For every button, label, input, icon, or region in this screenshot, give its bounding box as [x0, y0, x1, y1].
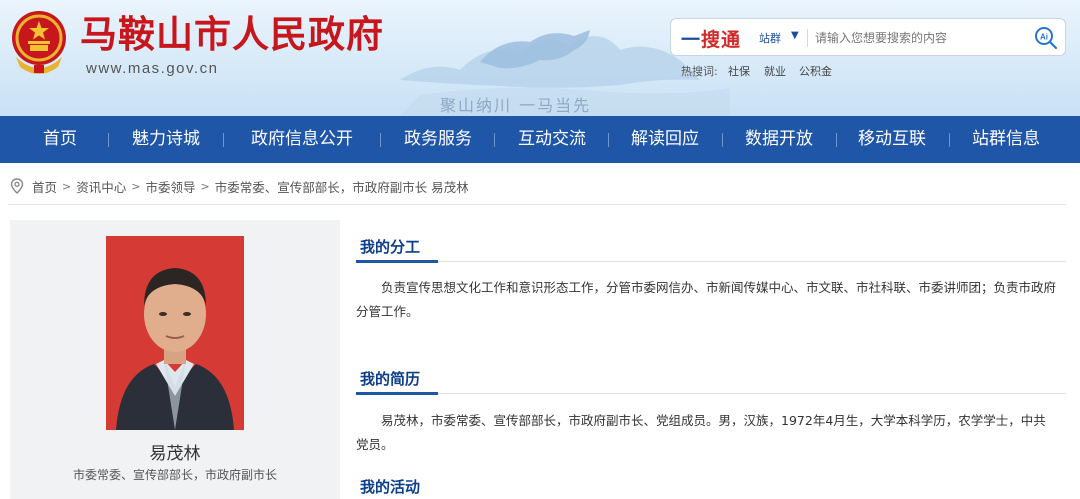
breadcrumb-link-home[interactable]: 首页 — [32, 177, 57, 196]
section-title: 我的分工 — [360, 238, 421, 256]
site-header: 马鞍山市人民政府 www.mas.gov.cn 聚山纳川 一马当先 一搜通 站群… — [0, 0, 1080, 116]
nav-item-site-group[interactable]: 站群信息 — [956, 116, 1056, 163]
breadcrumb-current: 市委常委、宣传部部长，市政府副市长 易茂林 — [214, 179, 469, 195]
nav-divider — [608, 133, 609, 147]
breadcrumb-link-news[interactable]: 资讯中心 — [76, 177, 126, 196]
section-title: 我的简历 — [360, 370, 421, 388]
search-scope-select[interactable]: 站群 — [759, 30, 781, 46]
hot-search-label: 热搜词: — [681, 65, 718, 78]
nav-item-home[interactable]: 首页 — [20, 116, 100, 163]
search-input[interactable] — [815, 28, 1025, 48]
nav-divider — [108, 133, 109, 147]
search-bar: 一搜通 站群 ▼ Ai — [670, 18, 1066, 56]
national-emblem-icon — [12, 11, 66, 74]
chevron-down-icon[interactable]: ▼ — [791, 30, 799, 41]
site-title[interactable]: 马鞍山市人民政府 — [80, 12, 384, 58]
breadcrumb-link-leaders[interactable]: 市委领导 — [145, 177, 195, 196]
breadcrumb: 首页 > 资讯中心 > 市委领导 > 市委常委、宣传部部长，市政府副市长 易茂林 — [10, 176, 469, 196]
nav-divider — [722, 133, 723, 147]
section-header-activity: 我的活动 — [356, 472, 1066, 499]
section-title: 我的活动 — [360, 478, 421, 496]
section-accent-bar — [356, 260, 438, 263]
nav-divider — [494, 133, 495, 147]
person-title: 市委常委、宣传部部长，市政府副市长 — [72, 468, 277, 482]
svg-text:Ai: Ai — [1040, 33, 1048, 42]
nav-item-gov-info[interactable]: 政府信息公开 — [232, 116, 372, 163]
hot-word-link[interactable]: 公积金 — [799, 63, 832, 79]
breadcrumb-separator: > — [131, 179, 141, 193]
search-divider — [807, 29, 808, 47]
duty-text: 负责宣传思想文化工作和意识形态工作，分管市委网信办、市新闻传媒中心、市文联、市社… — [356, 280, 1057, 319]
nav-divider — [836, 133, 837, 147]
nav-item-gov-service[interactable]: 政务服务 — [388, 116, 488, 163]
section-header-bio: 我的简历 — [356, 364, 1066, 395]
nav-divider — [380, 133, 381, 147]
bio-text: 易茂林，市委常委、宣传部部长，市政府副市长、党组成员。男，汉族，1972年4月生… — [356, 413, 1046, 452]
nav-divider — [949, 133, 950, 147]
ai-search-icon[interactable]: Ai — [1033, 25, 1059, 51]
nav-item-interaction[interactable]: 互动交流 — [502, 116, 602, 163]
hot-word-link[interactable]: 社保 — [728, 63, 750, 79]
section-header-duty: 我的分工 — [356, 232, 1066, 263]
hot-word-link[interactable]: 就业 — [764, 63, 786, 79]
nav-item-mobile[interactable]: 移动互联 — [842, 116, 942, 163]
nav-divider — [223, 133, 224, 147]
breadcrumb-separator: > — [200, 179, 210, 193]
location-pin-icon — [10, 178, 24, 194]
profile-card: 易茂林 市委常委、宣传部部长，市政府副市长 — [10, 220, 340, 499]
nav-item-charm-city[interactable]: 魅力诗城 — [116, 116, 216, 163]
search-brand-logo: 一搜通 — [681, 29, 742, 51]
nav-item-open-data[interactable]: 数据开放 — [729, 116, 829, 163]
breadcrumb-separator: > — [62, 179, 72, 193]
section-accent-bar — [356, 392, 438, 395]
main-nav: 首页 魅力诗城 政府信息公开 政务服务 互动交流 解读回应 数据开放 移动互联 … — [0, 116, 1080, 163]
portrait-photo — [106, 236, 244, 430]
breadcrumb-divider — [8, 204, 1066, 205]
site-url: www.mas.gov.cn — [86, 60, 219, 77]
person-name: 易茂林 — [149, 444, 201, 464]
nav-item-interpretation[interactable]: 解读回应 — [615, 116, 715, 163]
slogan: 聚山纳川 一马当先 — [440, 96, 592, 115]
